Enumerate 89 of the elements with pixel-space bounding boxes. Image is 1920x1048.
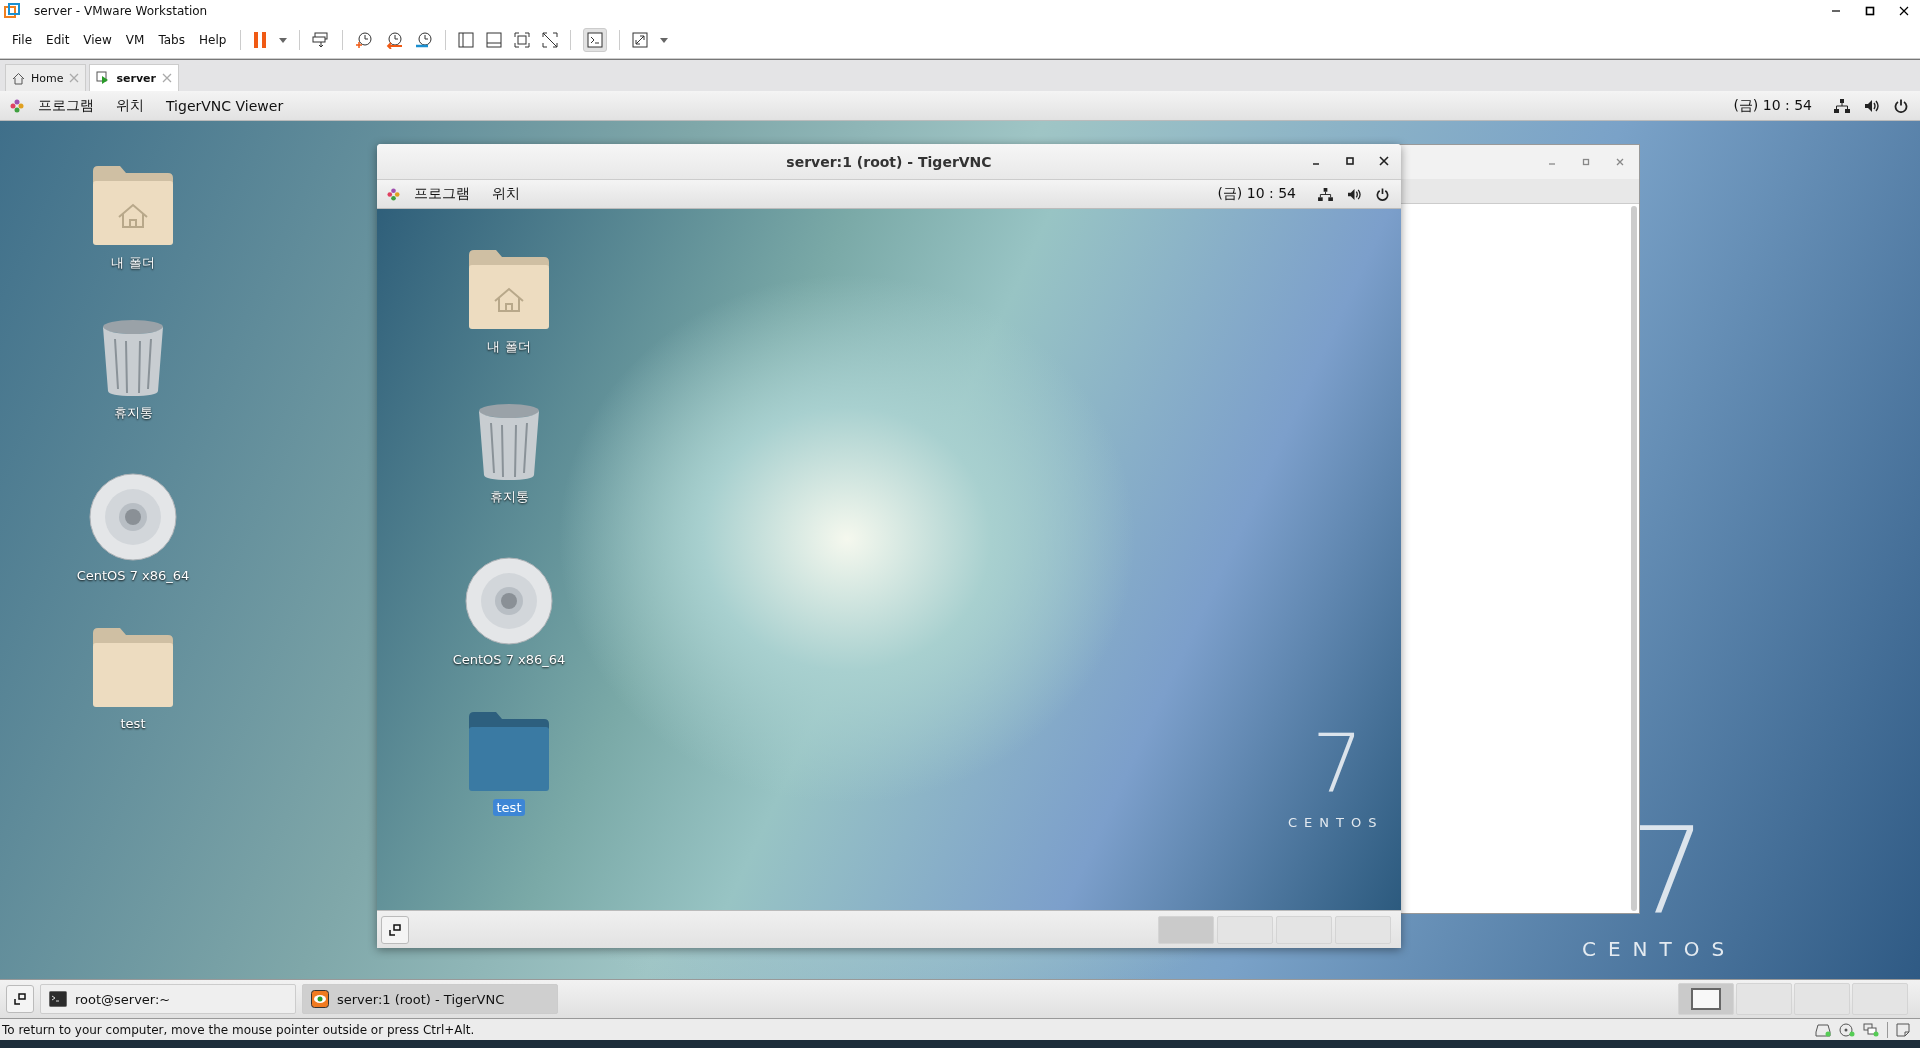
stretch-icon[interactable] [632,32,649,48]
taskbar-item[interactable]: server:1 (root) - TigerVNC [302,984,558,1014]
network-icon[interactable] [1318,187,1333,201]
sidebar-icon[interactable] [458,32,475,48]
fullscreen-icon[interactable] [514,32,531,48]
snapshot-icon[interactable] [355,31,374,49]
icon-label: CentOS 7 x86_64 [451,651,567,668]
wallpaper-number: 7 [1630,811,1707,931]
console-view-button[interactable] [583,28,608,52]
workspace-switcher[interactable] [1335,915,1391,944]
disc-icon[interactable] [89,473,177,561]
windows-icon [13,992,27,1006]
thumbnail-bar-icon[interactable] [486,32,503,48]
wallpaper-brand: CENTOS [1288,815,1384,830]
top-bar-menu[interactable]: 위치 [116,96,144,115]
workspace-switcher[interactable] [1794,983,1850,1015]
home-folder-icon[interactable] [467,249,551,331]
window-title: server:1 (root) - TigerVNC [786,153,992,170]
home-icon [12,71,25,85]
tab-label: Home [31,71,64,85]
close-icon[interactable] [1379,156,1389,166]
tiger-app-icon [311,990,329,1008]
tab[interactable]: server [89,64,179,91]
caret-icon[interactable] [660,37,669,43]
volume-icon[interactable] [1347,187,1362,201]
maximize-icon[interactable] [1345,156,1355,166]
taskbar-label: root@server:~ [75,991,171,1007]
power-icon[interactable] [1894,98,1908,113]
volume-icon[interactable] [1864,98,1880,113]
trash-icon[interactable] [477,403,541,481]
maximize-icon[interactable] [1864,5,1876,17]
workspace-switcher[interactable] [1217,915,1273,944]
wallpaper-number: 7 [1312,724,1363,804]
scrollbar[interactable] [1631,206,1637,911]
unity-icon[interactable] [542,32,559,48]
top-bar-menu[interactable]: 프로그램 [414,185,470,203]
workspace-switcher[interactable] [1736,983,1792,1015]
icon-label: 내 폴더 [486,338,532,356]
top-bar-menu[interactable]: 프로그램 [38,96,94,115]
close-icon[interactable] [1898,5,1910,17]
disc-icon[interactable] [465,557,553,645]
window-title: server - VMware Workstation [34,4,208,18]
folder-icon[interactable] [467,711,551,793]
icon-label: CentOS 7 x86_64 [75,567,191,584]
status-message: To return to your computer, move the mouse pointer outside or press Ctrl+Alt. [2,1022,475,1037]
note-icon[interactable] [1896,1022,1910,1037]
clock[interactable]: (금) 10 : 54 [1217,185,1296,203]
tab-label: server [116,71,156,85]
clock[interactable]: (금) 10 : 54 [1733,96,1812,115]
snapshot-manager-icon[interactable] [415,31,434,49]
menu-item[interactable]: Help [198,33,227,47]
apps-logo-icon [10,98,24,113]
home-folder-icon[interactable] [91,165,175,247]
icon-label: test [119,715,147,732]
workspace-switcher[interactable] [1852,983,1908,1015]
menu-item[interactable]: View [83,33,112,47]
icon-label: 내 폴더 [110,254,156,272]
app-name: TigerVNC Viewer [166,97,284,114]
tab[interactable]: Home [5,64,87,91]
caret-icon[interactable] [279,37,288,43]
workspace-switcher[interactable] [1276,915,1332,944]
windows-icon [388,922,402,937]
cd-drive-icon[interactable] [1839,1022,1855,1037]
app-logo-icon [4,3,20,19]
icon-label: 휴지통 [488,488,530,506]
terminal-icon [49,991,67,1007]
wallpaper-brand: CENTOS [1582,937,1737,961]
show-desktop-button[interactable] [6,985,34,1013]
network-adapter-icon[interactable] [1863,1022,1879,1037]
icon-label: test [492,799,526,816]
trash-icon[interactable] [101,319,165,397]
icon-label: 휴지통 [112,404,154,422]
workspace-switcher[interactable] [1158,915,1214,944]
apps-logo-icon [387,187,400,201]
revert-snapshot-icon[interactable] [385,31,404,49]
pause-icon[interactable] [253,31,268,49]
taskbar-item[interactable]: root@server:~ [40,984,296,1014]
power-icon[interactable] [1376,187,1389,201]
top-bar-menu[interactable]: 위치 [492,185,520,203]
menu-item[interactable]: VM [125,33,145,47]
menu-item[interactable]: Tabs [158,33,185,47]
network-icon[interactable] [1834,98,1850,113]
menu-item[interactable]: Edit [46,33,70,47]
show-desktop-button[interactable] [381,915,409,944]
menu-item[interactable]: File [12,33,33,47]
send-keys-icon[interactable] [312,31,331,49]
taskbar-label: server:1 (root) - TigerVNC [337,991,505,1007]
folder-icon[interactable] [91,627,175,709]
workspace-switcher[interactable] [1678,983,1734,1015]
